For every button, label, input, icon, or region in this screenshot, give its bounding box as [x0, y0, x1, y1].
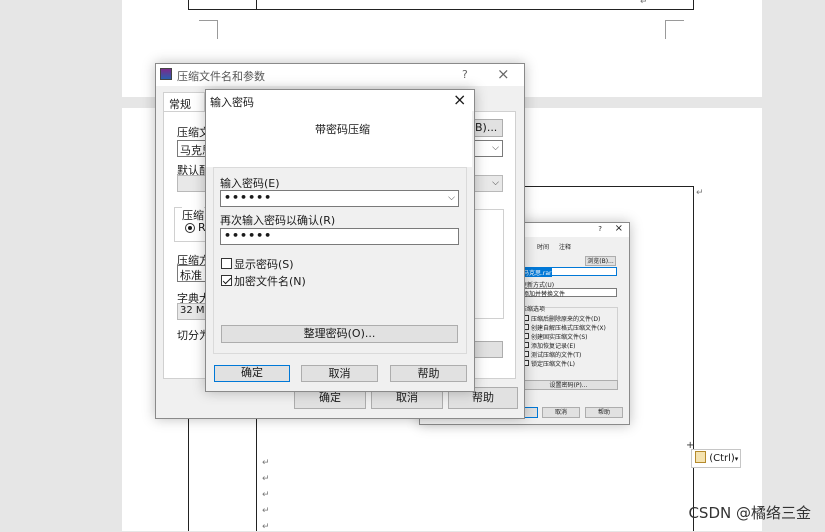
- reenter-password-input[interactable]: ••••••: [220, 228, 459, 245]
- paragraph-mark-icon: ↵: [696, 188, 704, 198]
- tab-general[interactable]: 常规: [163, 92, 205, 112]
- organize-passwords-button[interactable]: 整理密码(O)...: [221, 325, 458, 343]
- show-password-checkbox[interactable]: [221, 258, 232, 269]
- paragraph-mark-icon: ↵: [262, 506, 270, 516]
- password-header: 带密码压缩: [315, 123, 370, 136]
- help-icon[interactable]: ?: [598, 225, 602, 233]
- mini-update-mode-select[interactable]: 添加并替换文件: [521, 288, 617, 298]
- paragraph-mark-icon: ↵: [262, 474, 270, 484]
- close-icon[interactable]: ×: [497, 65, 510, 83]
- chevron-down-icon[interactable]: ⌵: [448, 193, 455, 203]
- password-dialog: 输入密码 × 带密码压缩 输入密码(E) •••••• ⌵ 再次输入密码以确认(…: [205, 89, 475, 392]
- reenter-password-label: 再次输入密码以确认(R): [220, 214, 336, 227]
- table-border: [188, 9, 694, 10]
- mini-help-button[interactable]: 帮助: [585, 407, 623, 418]
- password-header-area: 带密码压缩: [206, 111, 472, 167]
- mini-options-group: 压缩选项 压缩后删除原来的文件(D) 创建自解压格式压缩文件(X) 创建固实压缩…: [519, 304, 618, 381]
- paragraph-mark-icon: ↵: [262, 458, 270, 468]
- chevron-down-icon: ⌵: [492, 143, 499, 153]
- mini-archive-name-field[interactable]: 马克思.rar: [521, 267, 617, 277]
- chevron-down-icon: ▾: [734, 455, 739, 463]
- mini-tab-comment[interactable]: 注释: [559, 242, 571, 251]
- crop-mark-icon: [665, 20, 684, 39]
- paste-options-button[interactable]: (Ctrl)▾: [691, 449, 741, 468]
- crop-mark-icon: [199, 20, 218, 39]
- mini-browse-button[interactable]: 浏览(B)...: [585, 256, 616, 266]
- mini-cancel-button[interactable]: 取消: [542, 407, 580, 418]
- password-help-button[interactable]: 帮助: [390, 365, 467, 382]
- enter-password-input[interactable]: •••••• ⌵: [220, 190, 459, 207]
- winrar-app-icon: [160, 68, 172, 80]
- archive-dialog-title: 压缩文件名和参数: [177, 70, 265, 83]
- rar-format-radio[interactable]: [185, 223, 195, 233]
- password-ok-button[interactable]: 确定: [214, 365, 290, 382]
- chevron-down-icon: ⌵: [492, 178, 499, 188]
- paragraph-mark-icon: ↵: [640, 0, 648, 7]
- close-icon[interactable]: ×: [453, 90, 466, 109]
- help-icon[interactable]: ?: [462, 68, 468, 81]
- password-cancel-button[interactable]: 取消: [301, 365, 378, 382]
- close-icon[interactable]: ×: [615, 223, 623, 234]
- watermark: CSDN @橘络三金: [688, 504, 811, 522]
- table-border: [693, 186, 694, 531]
- encrypt-filenames-label: 加密文件名(N): [234, 275, 306, 288]
- enter-password-label: 输入密码(E): [220, 177, 280, 190]
- mini-set-password-button[interactable]: 设置密码(P)...: [519, 380, 618, 390]
- password-dialog-title: 输入密码: [210, 96, 254, 109]
- password-title-bar: 输入密码 ×: [206, 90, 474, 111]
- encrypt-filenames-checkbox[interactable]: [221, 275, 232, 286]
- show-password-label: 显示密码(S): [234, 258, 294, 271]
- archive-title-bar: 压缩文件名和参数 ? ×: [156, 64, 524, 86]
- clipboard-icon: [695, 451, 706, 463]
- paragraph-mark-icon: ↵: [262, 490, 270, 500]
- mini-tab-time[interactable]: 时间: [537, 242, 549, 251]
